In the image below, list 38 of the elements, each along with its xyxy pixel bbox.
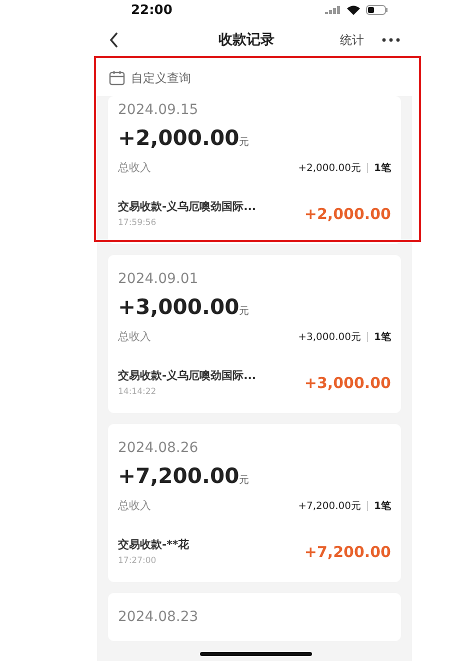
transaction-time: 17:27:00 — [118, 556, 158, 566]
currency-unit: 元 — [239, 136, 250, 149]
page-title: 收款记录 — [218, 31, 276, 49]
summary-amount: +7,200.00元 — [298, 500, 362, 512]
back-icon[interactable] — [109, 32, 119, 48]
more-icon[interactable] — [382, 38, 400, 42]
record-date: 2024.08.23 — [118, 609, 200, 625]
summary-label: 总收入 — [118, 498, 151, 513]
transaction-time: 14:14:22 — [118, 387, 158, 397]
signal-icon — [325, 6, 341, 14]
total-amount: +3,000.00 — [118, 295, 240, 319]
transaction-time: 17:59:56 — [118, 218, 158, 228]
status-time: 22:00 — [131, 2, 172, 18]
transaction-amount: +7,200.00 — [304, 542, 391, 560]
total-amount: +2,000.00 — [118, 126, 240, 150]
transaction-title[interactable]: 交易收款-**花 — [118, 537, 190, 552]
transaction-count: 1笔 — [374, 162, 391, 174]
summary-label: 总收入 — [118, 160, 151, 175]
wifi-icon — [347, 5, 360, 15]
summary-amount: +3,000.00元 — [298, 330, 362, 344]
transaction-amount: +2,000.00 — [304, 204, 391, 222]
total-amount: +7,200.00 — [118, 464, 240, 488]
record-date: 2024.09.01 — [118, 271, 200, 287]
transaction-title[interactable]: 交易收款-义乌厄噢劲国际... — [118, 368, 256, 383]
record-date: 2024.08.26 — [118, 440, 200, 456]
summary-label: 总收入 — [118, 329, 151, 344]
transaction-amount: +3,000.00 — [304, 374, 391, 392]
currency-unit: 元 — [239, 305, 250, 318]
transaction-title[interactable]: 交易收款-义乌厄噢劲国际... — [118, 199, 256, 214]
battery-icon — [366, 5, 388, 15]
custom-query-button[interactable]: 自定义查询 — [131, 70, 191, 86]
transaction-count: 1笔 — [374, 500, 391, 512]
calendar-icon — [109, 70, 125, 86]
summary-amount: +2,000.00元 — [298, 162, 362, 174]
transaction-count: 1笔 — [374, 330, 391, 344]
record-date: 2024.09.15 — [118, 102, 200, 118]
currency-unit: 元 — [239, 474, 250, 487]
stats-button[interactable]: 统计 — [340, 32, 364, 48]
